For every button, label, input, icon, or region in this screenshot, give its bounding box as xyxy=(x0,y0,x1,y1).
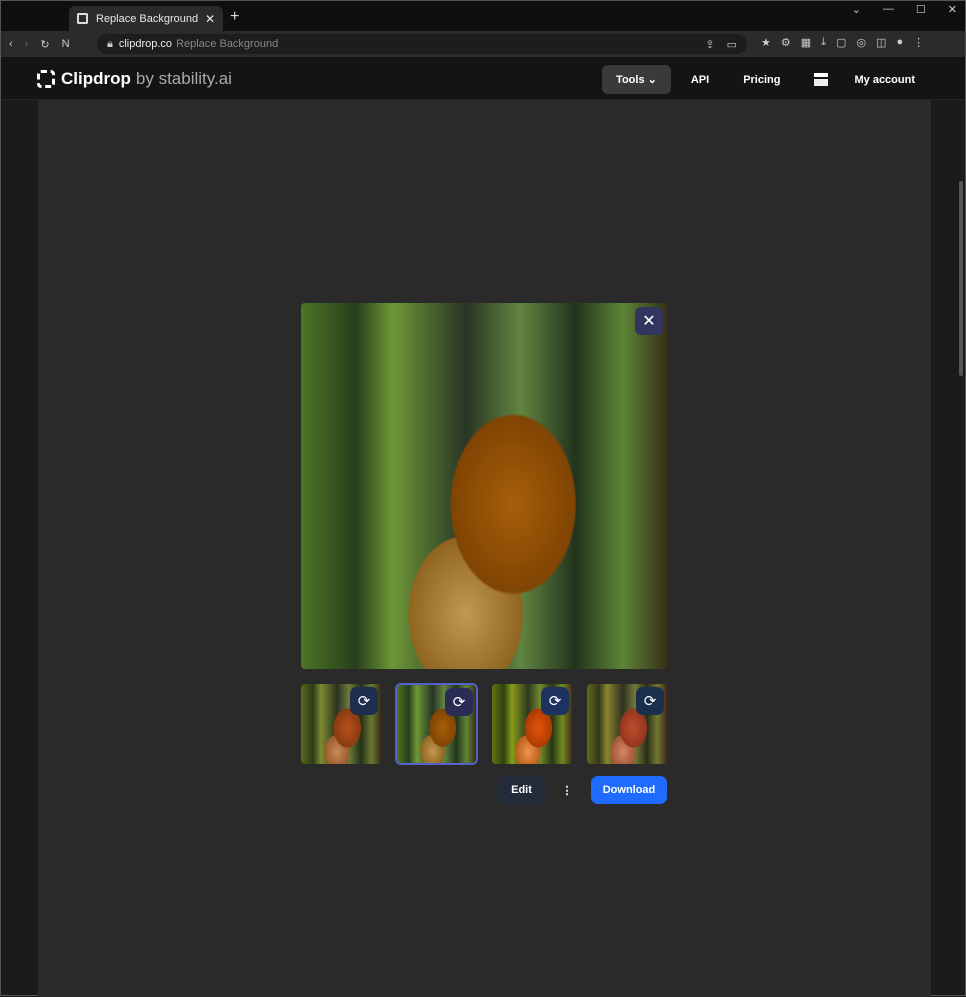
cast-icon[interactable]: ▢ xyxy=(836,36,846,49)
more-options-icon[interactable]: ⋮ xyxy=(557,776,577,804)
close-window-icon[interactable]: ✕ xyxy=(948,3,957,16)
variant-thumbnail[interactable]: ⟳ xyxy=(492,684,572,764)
api-link[interactable]: API xyxy=(691,74,709,86)
address-bar-row: ‹ › ↻ N 🔒︎ clipdrop.co Replace Background ⇪… xyxy=(1,31,965,57)
site-header: Clipdrop by stability.ai Tools ⌄ API Pric… xyxy=(1,57,965,100)
maximize-icon[interactable]: ☐ xyxy=(916,3,926,16)
regenerate-icon[interactable]: ⟳ xyxy=(350,687,378,715)
regenerate-icon[interactable]: ⟳ xyxy=(636,687,664,715)
archive-icon[interactable] xyxy=(814,73,829,86)
reload-icon[interactable]: ↻ xyxy=(40,38,49,51)
extensions-icon[interactable]: ⚙ xyxy=(781,36,791,49)
minimize-icon[interactable]: — xyxy=(883,3,894,16)
lock-icon: 🔒︎ xyxy=(107,37,113,50)
back-icon[interactable]: ‹ xyxy=(9,38,13,51)
variant-thumbnail-selected[interactable]: ⟳ xyxy=(395,683,478,765)
logo-by: by stability.ai xyxy=(135,69,232,88)
close-icon[interactable]: ✕ xyxy=(635,307,663,335)
forward-icon[interactable]: › xyxy=(25,38,29,51)
chevron-down-icon: ⌄ xyxy=(647,74,657,86)
close-tab-icon[interactable]: ✕ xyxy=(205,12,215,26)
profile-avatar[interactable]: ● xyxy=(896,36,903,49)
bookmark-star-icon[interactable]: ★ xyxy=(761,36,771,49)
url-path: Replace Background xyxy=(176,38,279,50)
url-host: clipdrop.co xyxy=(118,38,173,50)
scrollbar[interactable] xyxy=(959,181,963,376)
tab-replace-background[interactable]: Replace Background ✕ xyxy=(69,6,223,31)
my-account-link[interactable]: My account xyxy=(854,74,915,86)
download-icon[interactable]: ⤓ xyxy=(821,36,826,49)
tab-search-icon[interactable]: ⌄ xyxy=(852,3,861,16)
new-tab-icon[interactable]: + xyxy=(230,8,239,26)
menu-icon[interactable]: ⋮ xyxy=(913,36,924,49)
reader-icon[interactable]: ▭ xyxy=(727,38,737,51)
result-image: ✕ xyxy=(301,303,667,669)
variant-thumbnail[interactable]: ⟳ xyxy=(587,684,667,764)
regenerate-icon[interactable]: ⟳ xyxy=(541,687,569,715)
flag-icon[interactable]: ▦ xyxy=(801,36,811,49)
share-icon[interactable]: ⇪ xyxy=(705,38,714,51)
clipdrop-favicon-icon xyxy=(77,13,88,24)
logo-text: Clipdrop xyxy=(61,69,131,88)
screenshot-icon[interactable]: ◎ xyxy=(856,36,866,49)
logo-icon xyxy=(37,70,55,88)
sidebar-icon[interactable]: ◫ xyxy=(876,36,886,49)
url-input[interactable]: 🔒︎ clipdrop.co Replace Background ⇪ ▭ xyxy=(97,34,747,54)
notion-ext-icon[interactable]: N xyxy=(62,38,70,51)
clipdrop-logo[interactable]: Clipdrop by stability.ai xyxy=(37,69,232,89)
regenerate-icon[interactable]: ⟳ xyxy=(445,688,473,716)
pricing-link[interactable]: Pricing xyxy=(743,74,780,86)
tab-title: Replace Background xyxy=(96,12,199,25)
variant-thumbnail[interactable]: ⟳ xyxy=(301,684,381,764)
edit-button[interactable]: Edit xyxy=(498,776,545,804)
download-button[interactable]: Download xyxy=(591,776,667,804)
tab-bar: Replace Background ✕ + ⌄ — ☐ ✕ xyxy=(1,1,965,31)
tools-label: Tools xyxy=(616,74,645,86)
tools-menu-button[interactable]: Tools ⌄ xyxy=(602,65,671,94)
